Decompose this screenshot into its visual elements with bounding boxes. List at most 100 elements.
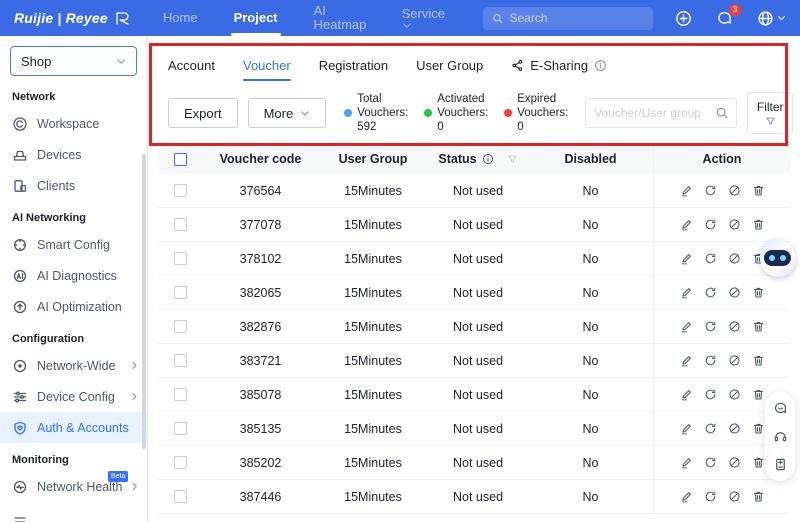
- filter-button[interactable]: Filter: [747, 92, 794, 134]
- delete-button[interactable]: [752, 320, 765, 333]
- sidebar-item-clipped[interactable]: [0, 506, 147, 522]
- sidebar-item-workspace[interactable]: Workspace: [0, 108, 147, 139]
- table-row: 385135 15Minutes Not used No: [158, 412, 790, 446]
- sidebar-item-auth-accounts[interactable]: Auth & Accounts: [0, 412, 147, 443]
- language-selector[interactable]: [757, 10, 786, 27]
- row-checkbox[interactable]: [174, 388, 187, 401]
- edit-button[interactable]: [680, 490, 693, 503]
- sidebar-scrollbar[interactable]: [142, 154, 146, 449]
- renew-button[interactable]: [704, 184, 717, 197]
- global-search-input[interactable]: [509, 11, 644, 25]
- delete-button[interactable]: [752, 184, 765, 197]
- row-checkbox[interactable]: [174, 422, 187, 435]
- disable-button[interactable]: [728, 184, 741, 197]
- nav-item-ai-heatmap[interactable]: AI Heatmap: [314, 0, 367, 36]
- renew-icon: [705, 355, 715, 366]
- sidebar-item-clients[interactable]: Clients: [0, 170, 147, 201]
- row-checkbox[interactable]: [174, 354, 187, 367]
- sidebar-item-network-wide[interactable]: Network-Wide: [0, 350, 147, 381]
- support-headset-button[interactable]: [773, 429, 788, 444]
- table-row: 376564 15Minutes Not used No: [158, 174, 790, 208]
- voucher-search-input[interactable]: [586, 106, 709, 120]
- add-project-button[interactable]: [675, 10, 692, 27]
- tab-voucher[interactable]: Voucher: [242, 44, 291, 86]
- delete-button[interactable]: [752, 218, 765, 231]
- renew-button[interactable]: [704, 456, 717, 469]
- brand-logo[interactable]: Ruijie | Reyee: [14, 9, 133, 27]
- edit-button[interactable]: [680, 456, 693, 469]
- disable-button[interactable]: [728, 218, 741, 231]
- feedback-chat-button[interactable]: [773, 401, 788, 416]
- ai-assistant-mascot[interactable]: [758, 237, 798, 279]
- delete-button[interactable]: [752, 456, 765, 469]
- disable-button[interactable]: [728, 354, 741, 367]
- more-button[interactable]: More: [247, 98, 327, 128]
- edit-button[interactable]: [680, 354, 693, 367]
- info-icon[interactable]: [482, 153, 494, 165]
- renew-button[interactable]: [704, 286, 717, 299]
- disable-button[interactable]: [728, 320, 741, 333]
- renew-button[interactable]: [704, 354, 717, 367]
- tab-user-group[interactable]: User Group: [416, 44, 483, 86]
- renew-button[interactable]: [704, 252, 717, 265]
- disable-button[interactable]: [728, 456, 741, 469]
- select-all-checkbox[interactable]: [174, 152, 187, 166]
- row-checkbox[interactable]: [174, 320, 187, 333]
- sidebar-item-smart-config[interactable]: Smart Config: [0, 229, 147, 260]
- delete-button[interactable]: [752, 388, 765, 401]
- edit-button[interactable]: [680, 422, 693, 435]
- global-search[interactable]: [483, 6, 653, 30]
- survey-doc-button[interactable]: [773, 457, 788, 472]
- renew-button[interactable]: [704, 422, 717, 435]
- disable-button[interactable]: [728, 252, 741, 265]
- edit-button[interactable]: [680, 286, 693, 299]
- row-checkbox[interactable]: [174, 218, 187, 231]
- disable-button[interactable]: [728, 490, 741, 503]
- disable-button[interactable]: [728, 388, 741, 401]
- sidebar-item-device-config[interactable]: Device Config: [0, 381, 147, 412]
- delete-button[interactable]: [752, 354, 765, 367]
- tab-registration[interactable]: Registration: [319, 44, 388, 86]
- voucher-search-button[interactable]: [708, 106, 736, 120]
- row-checkbox[interactable]: [174, 490, 187, 503]
- nav-item-service[interactable]: Service: [402, 0, 445, 36]
- row-checkbox[interactable]: [174, 286, 187, 299]
- status-cell: Not used: [452, 251, 504, 266]
- renew-button[interactable]: [704, 388, 717, 401]
- row-checkbox[interactable]: [174, 252, 187, 265]
- renew-button[interactable]: [704, 218, 717, 231]
- nav-item-project[interactable]: Project: [234, 0, 278, 36]
- delete-button[interactable]: [752, 490, 765, 503]
- tab-e-sharing[interactable]: E-Sharing: [511, 44, 607, 86]
- sidebar-item-ai-optimization[interactable]: AI Optimization: [0, 291, 147, 322]
- sidebar-item-devices[interactable]: Devices: [0, 139, 147, 170]
- delete-button[interactable]: [752, 286, 765, 299]
- edit-button[interactable]: [680, 320, 693, 333]
- tab-account[interactable]: Account: [168, 44, 215, 86]
- sidebar-item-ai-diagnostics[interactable]: AI Diagnostics: [0, 260, 147, 291]
- delete-button[interactable]: [752, 422, 765, 435]
- messages-button[interactable]: 3: [716, 3, 741, 27]
- sidebar-item-network-health[interactable]: Network Health Beta: [0, 470, 147, 502]
- status-cell: Not used: [452, 421, 504, 436]
- renew-button[interactable]: [704, 320, 717, 333]
- edit-button[interactable]: [680, 184, 693, 197]
- export-button[interactable]: Export: [168, 98, 238, 128]
- row-checkbox[interactable]: [174, 184, 187, 197]
- disable-button[interactable]: [728, 286, 741, 299]
- renew-button[interactable]: [704, 490, 717, 503]
- info-icon[interactable]: [594, 59, 607, 72]
- edit-button[interactable]: [680, 252, 693, 265]
- network-selector[interactable]: Shop: [10, 46, 137, 76]
- edit-button[interactable]: [680, 388, 693, 401]
- disable-button[interactable]: [728, 422, 741, 435]
- row-checkbox[interactable]: [174, 456, 187, 469]
- chevron-right-icon: [137, 426, 139, 429]
- voucher-code-cell: 377078: [239, 217, 282, 232]
- edit-button[interactable]: [680, 218, 693, 231]
- nav-item-home[interactable]: Home: [163, 0, 198, 36]
- voucher-tabs: Account Voucher Registration User Group …: [148, 44, 800, 86]
- status-filter-icon[interactable]: [507, 154, 518, 165]
- sidebar: Shop Network Workspace Devices Clients A…: [0, 36, 148, 522]
- row-actions: [680, 286, 765, 299]
